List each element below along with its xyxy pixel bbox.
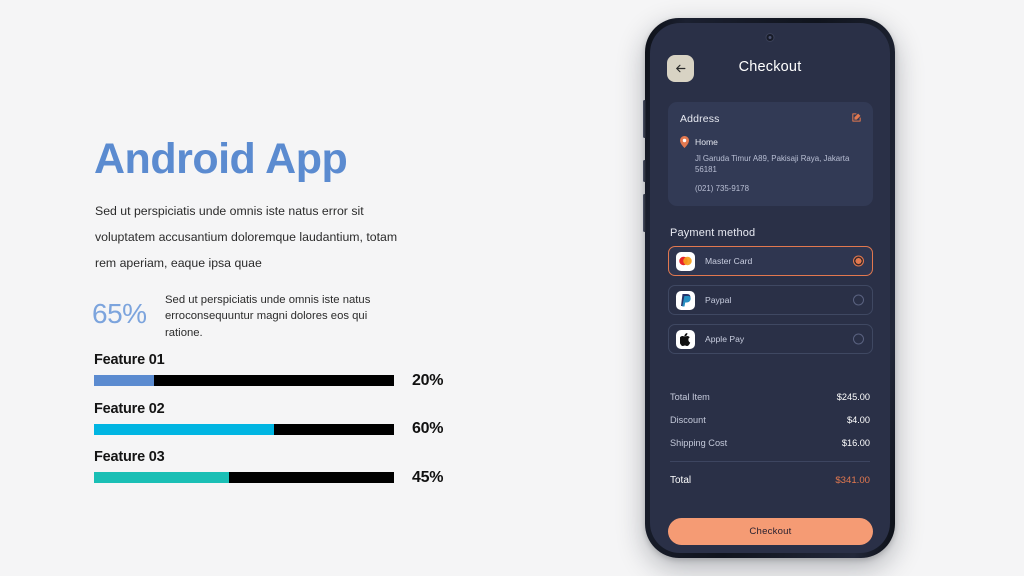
- feature-label: Feature 03: [94, 449, 165, 465]
- summary-label: Total Item: [670, 392, 710, 402]
- phone-side-button[interactable]: [643, 100, 646, 138]
- address-card[interactable]: Address Home Jl Garuda Timur A89, Pakisa…: [668, 102, 873, 206]
- summary-value: $4.00: [847, 415, 870, 425]
- feature-progress-chart: Feature 01 20% Feature 02 60% Feature 03…: [94, 352, 454, 498]
- feature-bar-percent: 45%: [412, 468, 444, 486]
- feature-label: Feature 02: [94, 400, 165, 417]
- payment-option-paypal[interactable]: Paypal: [668, 285, 873, 315]
- address-heading: Address: [680, 113, 720, 125]
- app-header: Checkout: [650, 51, 890, 91]
- feature-label: Feature 01: [94, 352, 165, 368]
- address-home-row: Home: [680, 136, 861, 148]
- feature-bar-percent: 60%: [412, 420, 444, 437]
- edit-pencil-icon[interactable]: [851, 112, 862, 123]
- summary-total-label: Total: [670, 475, 692, 486]
- feature-bar-row: 45%: [94, 469, 454, 486]
- summary-row: Total Item $245.00: [670, 392, 870, 402]
- feature-bar-row: 20%: [94, 372, 454, 389]
- page-title: Android App: [94, 135, 348, 183]
- phone-side-button[interactable]: [643, 194, 646, 232]
- summary-divider: [670, 461, 870, 462]
- payment-option-label: Paypal: [705, 295, 732, 305]
- payment-option-mastercard[interactable]: Master Card: [668, 246, 873, 276]
- payment-radio[interactable]: [853, 294, 864, 306]
- payment-radio-selected[interactable]: [853, 255, 864, 267]
- feature-bar-fill: [94, 423, 274, 435]
- feature-bar-fill: [94, 472, 229, 483]
- payment-method-list: Master Card Paypal Apple Pay: [668, 246, 873, 363]
- summary-total-row: Total $341.00: [670, 475, 870, 486]
- feature-row: Feature 03 45%: [94, 449, 454, 498]
- feature-row: Feature 01 20%: [94, 352, 454, 401]
- stat-percentage-value: 65%: [92, 298, 147, 329]
- checkout-button[interactable]: Checkout: [668, 518, 873, 545]
- payment-method-heading: Payment method: [670, 227, 756, 239]
- intro-paragraph: Sed ut perspiciatis unde omnis iste natu…: [95, 204, 398, 270]
- summary-label: Shipping Cost: [670, 438, 728, 448]
- phone-screen: Checkout Address Home Jl Garuda Timur A8…: [650, 23, 890, 553]
- feature-bar-percent: 20%: [412, 371, 444, 389]
- feature-bar-row: 60%: [94, 420, 454, 437]
- summary-value: $16.00: [841, 438, 870, 448]
- front-camera-icon: [765, 33, 775, 42]
- payment-option-label: Apple Pay: [705, 334, 745, 344]
- summary-value: $245.00: [836, 392, 870, 402]
- mastercard-icon: [676, 251, 695, 271]
- address-home-label: Home: [695, 137, 718, 147]
- summary-total-value: $341.00: [835, 475, 870, 486]
- payment-option-label: Master Card: [705, 256, 753, 266]
- feature-bar-track: [94, 375, 394, 386]
- slide-canvas: Android App Sed ut perspiciatis unde omn…: [0, 0, 1024, 576]
- address-street-lines: Jl Garuda Timur A89, Pakisaji Raya, Jaka…: [695, 154, 850, 175]
- address-phone-number: (021) 735-9178: [695, 183, 749, 193]
- payment-option-applepay[interactable]: Apple Pay: [668, 324, 873, 354]
- order-summary: Total Item $245.00 Discount $4.00 Shippi…: [650, 378, 890, 486]
- feature-bar-track: [94, 472, 394, 483]
- summary-row: Shipping Cost $16.00: [670, 438, 870, 448]
- feature-bar-fill: [94, 375, 154, 386]
- summary-row: Discount $4.00: [670, 415, 870, 425]
- phone-side-button[interactable]: [643, 160, 646, 182]
- paypal-icon: [676, 290, 695, 310]
- app-title: Checkout: [738, 59, 802, 75]
- phone-mockup: Checkout Address Home Jl Garuda Timur A8…: [643, 18, 895, 558]
- apple-pay-icon: [676, 329, 695, 349]
- payment-radio[interactable]: [853, 333, 864, 345]
- summary-label: Discount: [670, 415, 706, 425]
- left-content-panel: Android App Sed ut perspiciatis unde omn…: [0, 0, 600, 576]
- location-pin-icon: [680, 136, 689, 148]
- stat-description-text: Sed ut perspiciatis unde omnis iste natu…: [165, 294, 371, 339]
- feature-bar-track: [94, 423, 394, 435]
- feature-row: Feature 02 60%: [94, 401, 454, 450]
